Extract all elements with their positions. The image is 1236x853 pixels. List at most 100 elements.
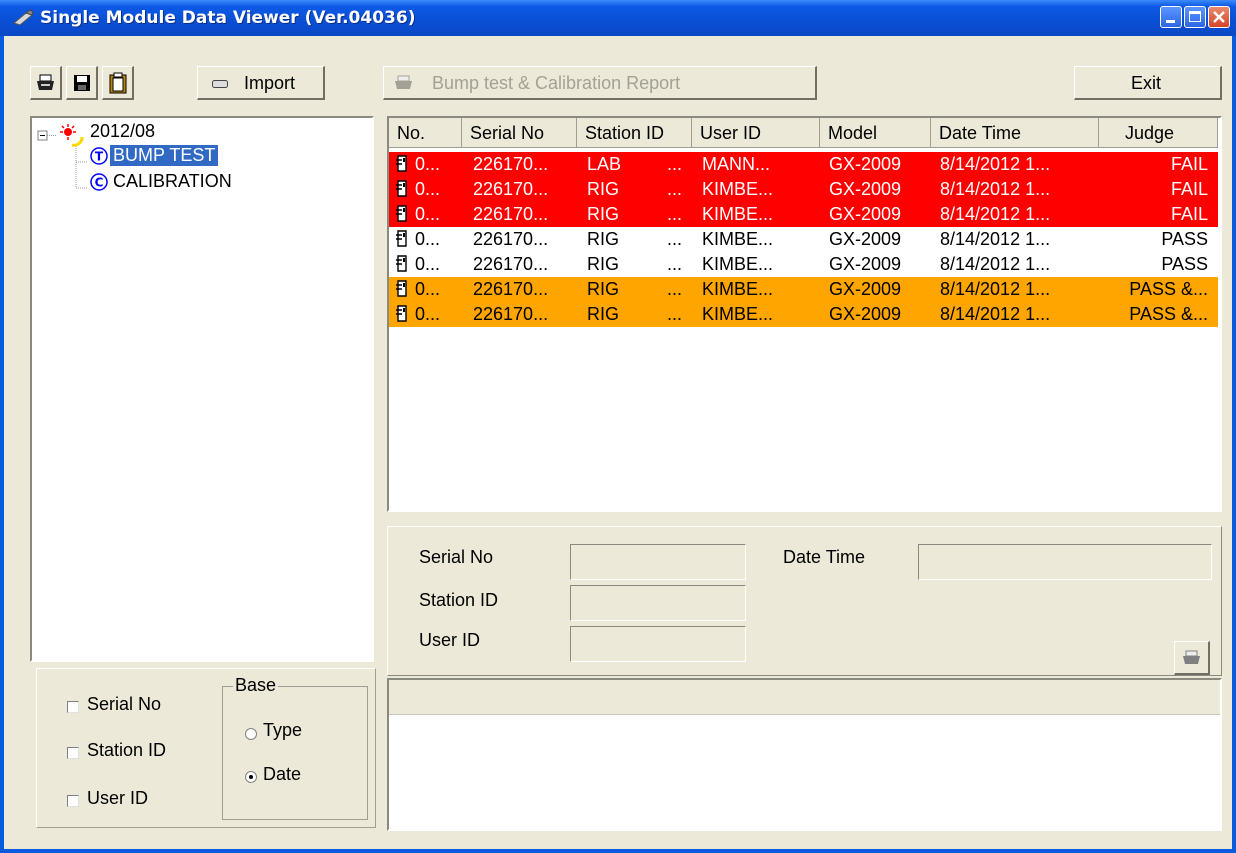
exit-label: Exit (1131, 73, 1162, 93)
user-id-field (570, 626, 746, 662)
cell-user: KIMBE... (702, 254, 774, 274)
print-button[interactable] (30, 66, 62, 100)
t-badge-icon: T (90, 147, 108, 165)
data-table[interactable]: No. Serial No Station ID User ID Model D… (387, 116, 1222, 512)
cell-station: LAB (587, 154, 622, 174)
record-icon (396, 180, 407, 197)
detail-print-button[interactable] (1174, 641, 1210, 675)
printer-icon (395, 75, 412, 89)
cell-model: GX-2009 (829, 279, 902, 299)
cell-datetime: 8/14/2012 1... (940, 279, 1051, 299)
cell-user: MANN... (702, 154, 771, 174)
floppy-disk-icon (74, 75, 90, 91)
cell-user: KIMBE... (702, 204, 774, 224)
column-header-no[interactable]: No. (389, 118, 462, 148)
cell-serial: 226170... (473, 304, 549, 324)
cell-serial: 226170... (473, 254, 549, 274)
cell-station: RIG (587, 179, 620, 199)
cell-datetime: 8/14/2012 1... (940, 304, 1051, 324)
close-button[interactable] (1208, 6, 1230, 28)
user-id-label: User ID (419, 630, 481, 650)
user-id-checkbox[interactable] (67, 795, 79, 807)
import-label: Import (244, 73, 296, 93)
maximize-button[interactable] (1184, 6, 1206, 28)
detail-list[interactable] (387, 678, 1222, 831)
tree-label-bump-test: BUMP TEST (110, 145, 219, 166)
cell-serial: 226170... (473, 154, 549, 174)
record-icon (396, 255, 407, 272)
cell-no: 0... (415, 229, 441, 249)
table-row[interactable]: 0... 226170... RIG... KIMBE... GX-2009 8/14/2… (389, 277, 1218, 302)
cell-user: KIMBE... (702, 179, 774, 199)
save-button[interactable] (66, 66, 98, 100)
record-icon (396, 230, 407, 247)
cell-judge: PASS &... (1129, 304, 1208, 324)
tree-panel[interactable]: 2012/08 T BUMP TEST C CALIBRATION (30, 116, 374, 662)
column-header-station-id[interactable]: Station ID (577, 118, 692, 148)
column-header-judge[interactable]: Judge (1099, 118, 1218, 148)
cell-no: 0... (415, 204, 441, 224)
cell-model: GX-2009 (829, 154, 902, 174)
import-button[interactable]: Import (197, 66, 325, 100)
base-label: Base (233, 675, 279, 696)
svg-text:T: T (95, 150, 104, 164)
table-row[interactable]: 0... 226170... RIG... KIMBE... GX-2009 8/14/2… (389, 227, 1218, 252)
cell-station: RIG (587, 229, 620, 249)
station-id-field (570, 585, 746, 621)
title-bar[interactable]: Single Module Data Viewer (Ver.04036) (0, 0, 1236, 36)
cell-dots: ... (667, 304, 683, 324)
user-id-checkbox-label: User ID (87, 788, 149, 808)
record-icon (396, 155, 407, 172)
record-icon (396, 205, 407, 222)
cell-judge: PASS (1161, 254, 1208, 274)
cell-user: KIMBE... (702, 279, 774, 299)
cell-no: 0... (415, 304, 441, 324)
cell-model: GX-2009 (829, 204, 902, 224)
cell-serial: 226170... (473, 229, 549, 249)
calendar-sun-icon (60, 124, 84, 147)
cell-user: KIMBE... (702, 304, 774, 324)
table-row[interactable]: 0... 226170... RIG... KIMBE... GX-2009 8/14/2… (389, 302, 1218, 327)
table-row[interactable]: 0... 226170... RIG... KIMBE... GX-2009 8/14/2… (389, 202, 1218, 227)
cell-dots: ... (667, 279, 683, 299)
cell-judge: FAIL (1170, 154, 1208, 174)
column-header-user-id[interactable]: User ID (692, 118, 820, 148)
table-row[interactable]: 0... 226170... RIG... KIMBE... GX-2009 8/14/2… (389, 252, 1218, 277)
filter-panel: Serial No Station ID User ID Base Type D… (36, 668, 376, 828)
cell-serial: 226170... (473, 179, 549, 199)
cell-model: GX-2009 (829, 229, 902, 249)
cell-no: 0... (415, 254, 441, 274)
date-radio[interactable] (245, 771, 257, 783)
cell-station: RIG (587, 304, 620, 324)
cell-serial: 226170... (473, 279, 549, 299)
cell-dots: ... (667, 154, 683, 174)
date-time-label: Date Time (783, 547, 866, 567)
serial-no-checkbox[interactable] (67, 701, 79, 713)
c-badge-icon: C (90, 173, 108, 191)
cell-dots: ... (667, 204, 683, 224)
cell-datetime: 8/14/2012 1... (940, 179, 1051, 199)
table-row[interactable]: 0... 226170... LAB... MANN... GX-2009 8/14/20… (389, 152, 1218, 177)
exit-button[interactable]: Exit (1074, 66, 1222, 100)
clipboard-button[interactable] (102, 66, 134, 100)
tree-root[interactable]: 2012/08 (90, 121, 155, 142)
cell-no: 0... (415, 279, 441, 299)
serial-no-field (570, 544, 746, 580)
minimize-icon (1166, 20, 1175, 23)
station-id-checkbox-label: Station ID (87, 740, 167, 760)
table-row[interactable]: 0... 226170... RIG... KIMBE... GX-2009 8/14/2… (389, 177, 1218, 202)
report-button[interactable]: Bump test & Calibration Report (383, 66, 817, 100)
station-id-checkbox[interactable] (67, 747, 79, 759)
details-panel: Serial No Station ID User ID Date Time (387, 526, 1222, 676)
column-header-date-time[interactable]: Date Time (931, 118, 1099, 148)
cell-model: GX-2009 (829, 304, 902, 324)
column-header-model[interactable]: Model (820, 118, 931, 148)
app-icon (12, 9, 34, 26)
cell-datetime: 8/14/2012 1... (940, 204, 1051, 224)
minimize-button[interactable] (1160, 6, 1182, 28)
column-header-serial-no[interactable]: Serial No (462, 118, 577, 148)
cell-station: RIG (587, 279, 620, 299)
type-radio[interactable] (245, 728, 257, 740)
cell-model: GX-2009 (829, 179, 902, 199)
cell-station: RIG (587, 204, 620, 224)
